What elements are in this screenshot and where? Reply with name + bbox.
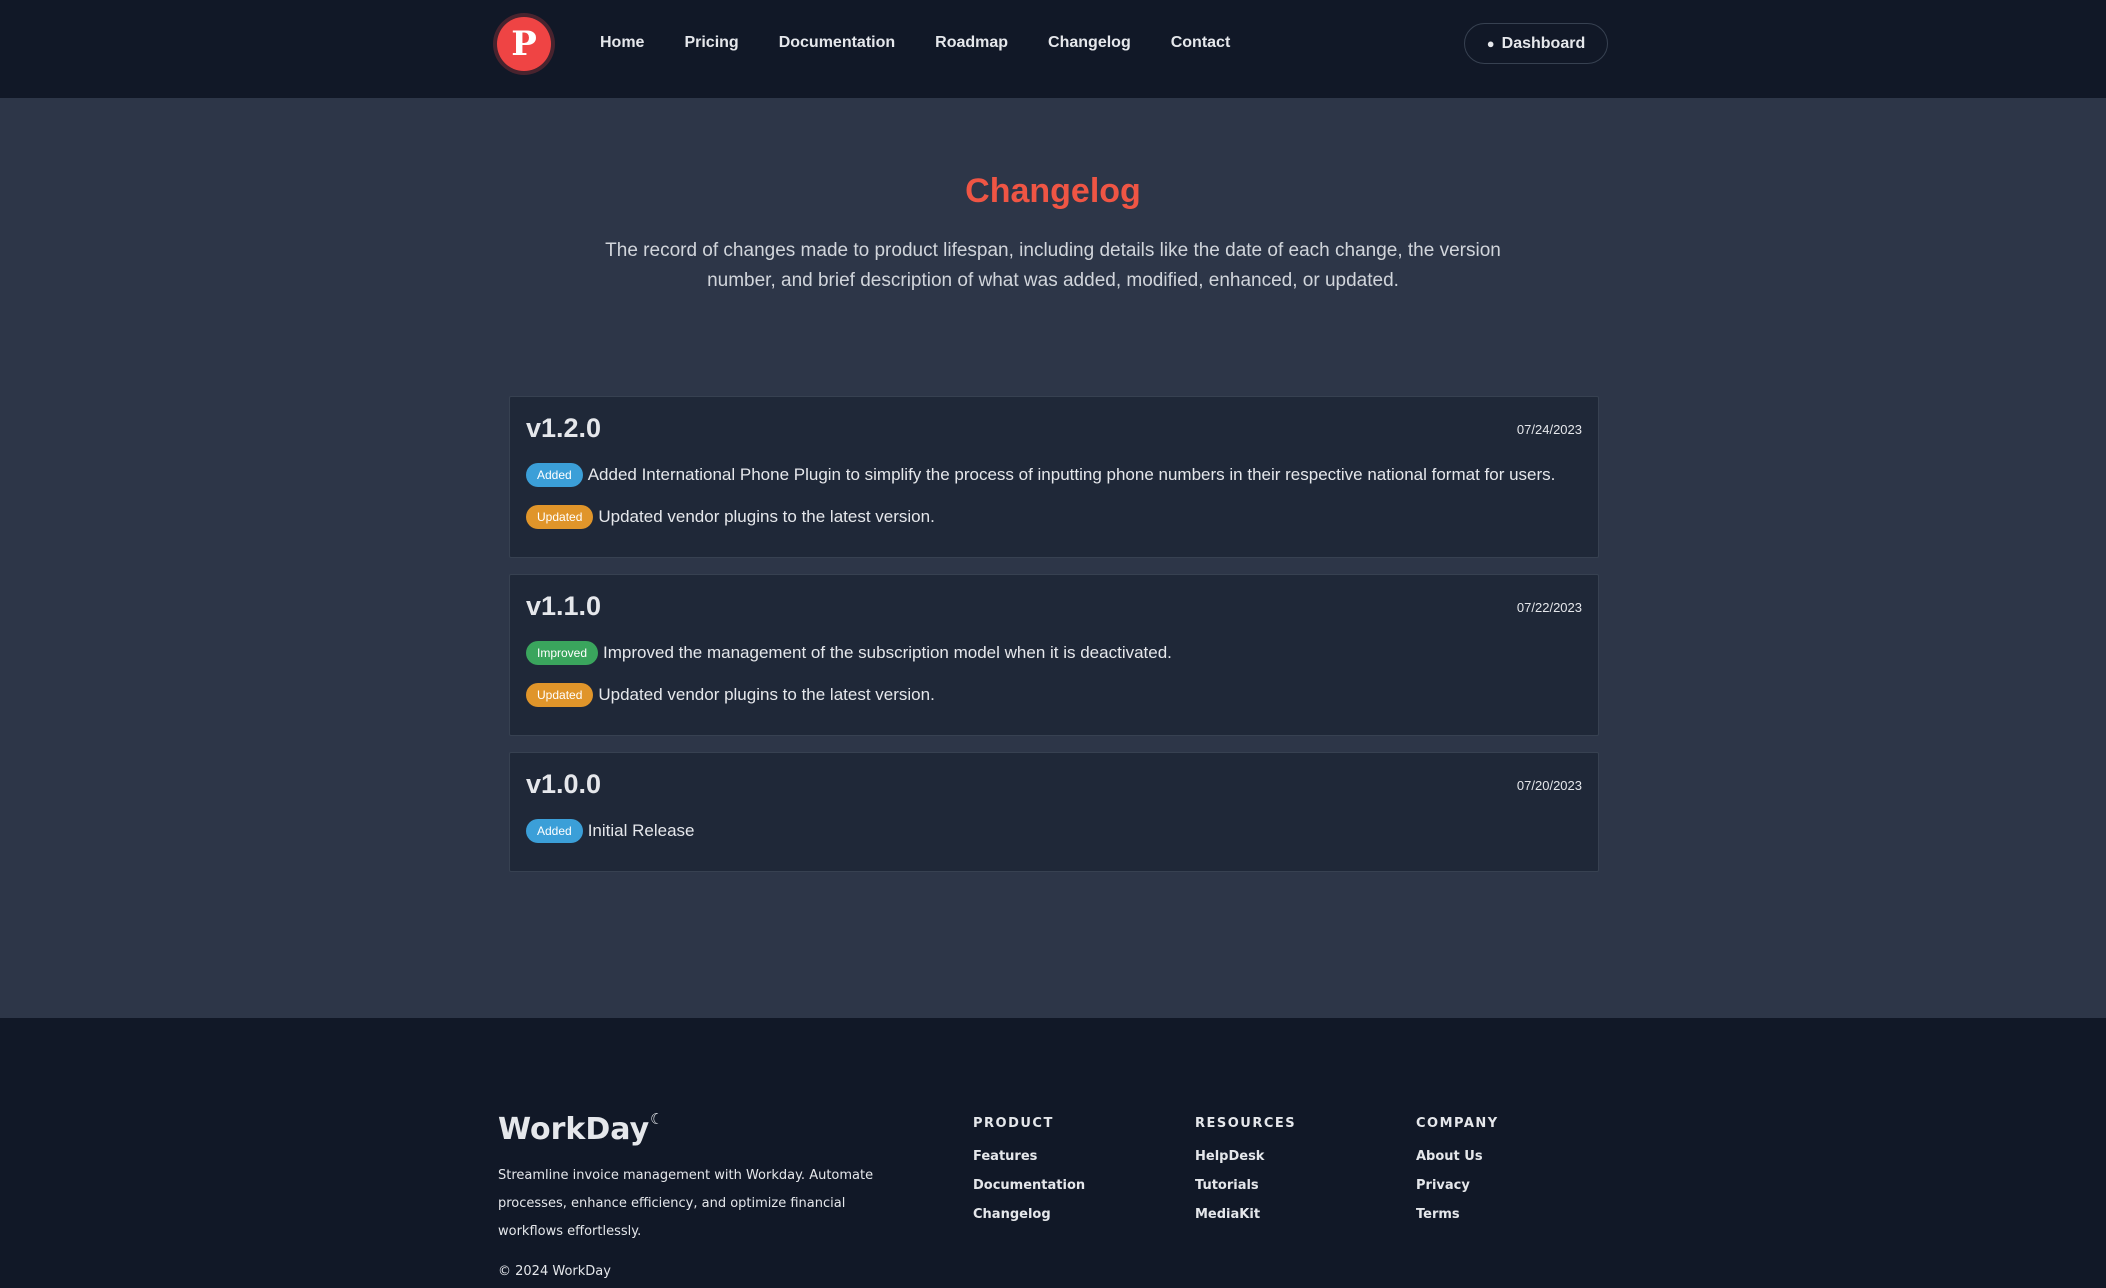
footer-link-changelog[interactable]: Changelog: [973, 1205, 1085, 1224]
release-date: 07/24/2023: [1516, 422, 1582, 437]
moon-icon[interactable]: ☾: [650, 1110, 663, 1128]
nav-link-changelog[interactable]: Changelog: [1048, 34, 1131, 52]
release-date: 07/22/2023: [1516, 600, 1582, 615]
footer-link-tutorials[interactable]: Tutorials: [1195, 1176, 1296, 1195]
entry-text: Updated vendor plugins to the latest ver…: [598, 685, 935, 704]
release-version: v1.0.0: [526, 769, 602, 799]
top-navbar: P Home Pricing Documentation Roadmap Cha…: [0, 0, 2106, 98]
nav-link-contact[interactable]: Contact: [1171, 34, 1231, 52]
dashboard-label: Dashboard: [1501, 34, 1586, 52]
changelog-entry: Updated Updated vendor plugins to the la…: [526, 505, 935, 529]
badge-improved: Improved: [526, 641, 599, 665]
nav-links: Home Pricing Documentation Roadmap Chang…: [600, 0, 1230, 86]
nav-link-home[interactable]: Home: [600, 34, 644, 52]
footer-link-documentation[interactable]: Documentation: [973, 1176, 1085, 1195]
entry-text: Updated vendor plugins to the latest ver…: [598, 507, 935, 526]
entry-text: Initial Release: [587, 821, 695, 840]
changelog-entry: Added Initial Release: [526, 819, 694, 843]
nav-link-pricing[interactable]: Pricing: [684, 34, 738, 52]
footer-description: Streamline invoice management with Workd…: [498, 1168, 874, 1239]
nav-link-documentation[interactable]: Documentation: [779, 34, 895, 52]
footer-column-product: PRODUCT Features Documentation Changelog: [973, 1116, 1085, 1234]
release-date: 07/20/2023: [1516, 778, 1582, 793]
footer-column-title: RESOURCES: [1195, 1116, 1297, 1131]
footer-column-title: PRODUCT: [973, 1116, 1054, 1131]
badge-added: Added: [526, 819, 583, 843]
badge-updated: Updated: [526, 683, 594, 707]
changelog-entry: Updated Updated vendor plugins to the la…: [526, 683, 935, 707]
changelog-entry: Improved Improved the management of the …: [526, 641, 1172, 665]
entry-text: Added International Phone Plugin to simp…: [587, 465, 1556, 484]
release-card-v1-1-0: v1.1.0 07/22/2023 Improved Improved the …: [509, 574, 1599, 736]
entry-text: Improved the management of the subscript…: [603, 643, 1172, 662]
footer-brand: WorkDay: [498, 1112, 650, 1147]
footer-link-terms[interactable]: Terms: [1416, 1205, 1499, 1224]
logo-letter: P: [511, 24, 537, 64]
logo[interactable]: P: [497, 17, 551, 71]
release-version: v1.1.0: [526, 591, 602, 621]
footer-link-about-us[interactable]: About Us: [1416, 1147, 1499, 1166]
footer: WorkDay ☾ Streamline invoice management …: [0, 1018, 2106, 1288]
badge-added: Added: [526, 463, 583, 487]
page-description: The record of changes made to product li…: [605, 240, 1501, 291]
footer-column-company: COMPANY About Us Privacy Terms: [1416, 1116, 1499, 1234]
release-version: v1.2.0: [526, 413, 602, 443]
footer-link-features[interactable]: Features: [973, 1147, 1085, 1166]
footer-link-privacy[interactable]: Privacy: [1416, 1176, 1499, 1195]
nav-link-roadmap[interactable]: Roadmap: [935, 34, 1008, 52]
footer-column-title: COMPANY: [1416, 1116, 1499, 1131]
footer-link-helpdesk[interactable]: HelpDesk: [1195, 1147, 1296, 1166]
footer-column-resources: RESOURCES HelpDesk Tutorials MediaKit: [1195, 1116, 1296, 1234]
fire-icon: ●: [1486, 36, 1495, 51]
footer-link-mediakit[interactable]: MediaKit: [1195, 1205, 1296, 1224]
badge-updated: Updated: [526, 505, 594, 529]
release-card-v1-2-0: v1.2.0 07/24/2023 Added Added Internatio…: [509, 396, 1599, 558]
dashboard-button[interactable]: ● Dashboard: [1464, 23, 1608, 64]
release-card-v1-0-0: v1.0.0 07/20/2023 Added Initial Release: [509, 752, 1599, 872]
copyright: © 2024 WorkDay: [498, 1264, 611, 1279]
page-title: Changelog: [965, 172, 1141, 210]
changelog-entry: Added Added International Phone Plugin t…: [526, 463, 1555, 487]
